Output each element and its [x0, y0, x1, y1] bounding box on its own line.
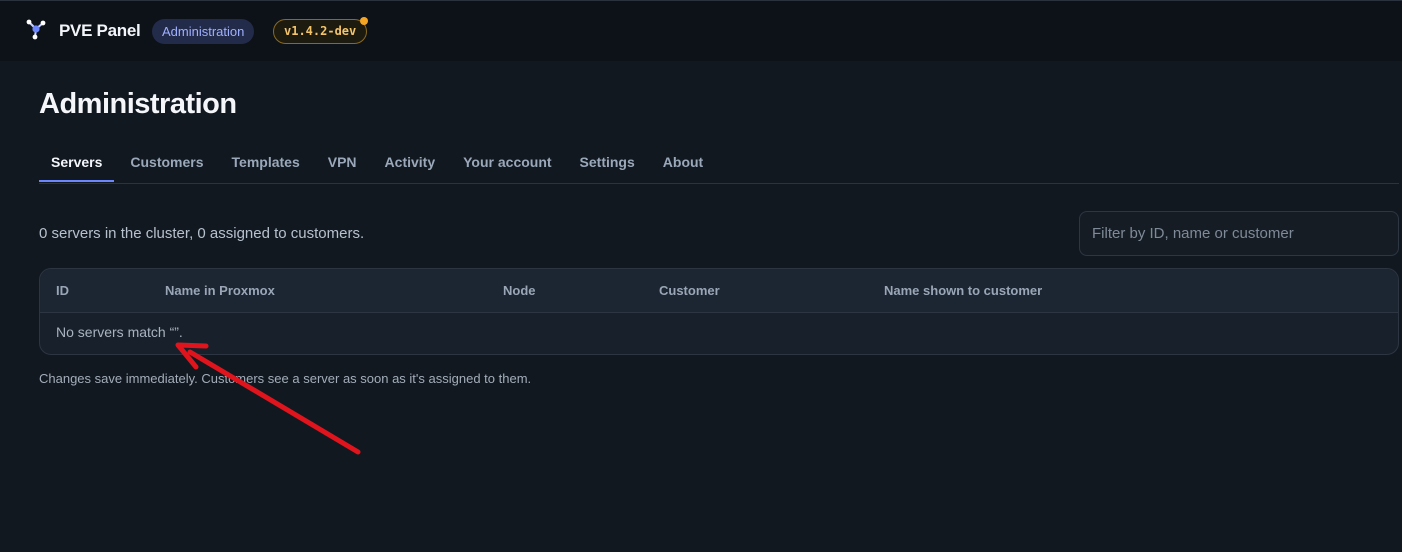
top-bar: PVE Panel Administration v1.4.2-dev — [0, 0, 1402, 61]
update-dot-indicator — [360, 17, 369, 25]
column-header-name-shown-to-customer[interactable]: Name shown to customer — [884, 283, 1042, 298]
empty-state-message: No servers match “”. — [56, 324, 183, 340]
servers-table: ID Name in Proxmox Node Customer Name sh… — [39, 268, 1399, 355]
page-title: Administration — [39, 88, 237, 120]
footnote: Changes save immediately. Customers see … — [39, 371, 532, 386]
tab-settings[interactable]: Settings — [568, 144, 647, 182]
brand-name[interactable]: PVE Panel — [59, 21, 141, 41]
tab-templates[interactable]: Templates — [220, 144, 312, 182]
servers-summary: 0 servers in the cluster, 0 assigned to … — [39, 225, 365, 242]
tab-vpn[interactable]: VPN — [316, 144, 369, 182]
column-header-id[interactable]: ID — [56, 283, 69, 298]
tab-servers[interactable]: Servers — [39, 144, 115, 182]
table-header-row: ID Name in Proxmox Node Customer Name sh… — [40, 269, 1398, 313]
network-nodes-icon — [26, 19, 46, 40]
tab-activity[interactable]: Activity — [373, 144, 448, 182]
tab-about[interactable]: About — [651, 144, 715, 182]
version-label: v1.4.2-dev — [284, 24, 357, 38]
column-header-node[interactable]: Node — [503, 283, 536, 298]
filter-input[interactable] — [1079, 211, 1399, 256]
column-header-name-in-proxmox[interactable]: Name in Proxmox — [165, 283, 275, 298]
version-badge: v1.4.2-dev — [273, 17, 369, 44]
tab-customers[interactable]: Customers — [118, 144, 215, 182]
column-header-customer[interactable]: Customer — [659, 283, 720, 298]
admin-tabs: Servers Customers Templates VPN Activity… — [39, 144, 1399, 184]
tab-your-account[interactable]: Your account — [451, 144, 563, 182]
section-badge: Administration — [152, 19, 255, 44]
